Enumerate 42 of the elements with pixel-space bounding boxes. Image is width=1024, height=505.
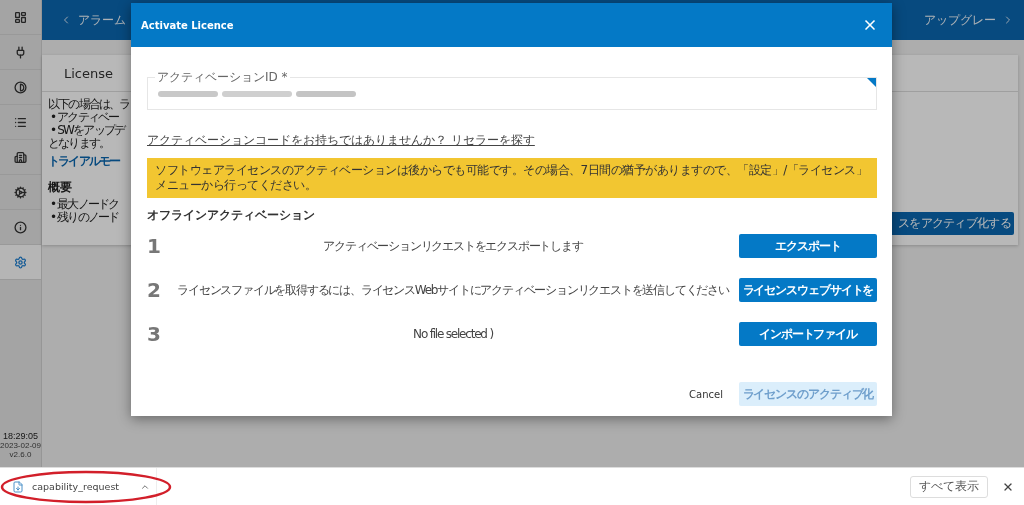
- bullet-text: • 残りのノード: [49, 211, 120, 224]
- plug-icon: [14, 45, 27, 59]
- section-heading: 概要: [48, 179, 73, 196]
- cancel-button[interactable]: Cancel: [689, 388, 723, 400]
- clock-time: 18:29:05: [2, 431, 38, 441]
- version-label: v2.6.0: [9, 450, 32, 459]
- bullet-text: • SWをアップデ: [49, 124, 126, 137]
- section-heading: オフラインアクティベーション: [147, 207, 315, 224]
- step-text: アクティベーションリクエストをエクスポートします: [322, 237, 584, 255]
- dashboard-icon: [14, 10, 27, 24]
- upgrade-label[interactable]: アップグレー: [924, 11, 996, 29]
- list-icon: [14, 115, 27, 129]
- card-title: License: [64, 65, 113, 81]
- step-number: 3: [147, 322, 162, 346]
- bullet-text: • 最大ノードク: [49, 198, 120, 211]
- clock-date: 2023-02-09: [0, 441, 41, 450]
- settings-icon: [14, 255, 27, 269]
- info-icon: [14, 220, 27, 234]
- intro-text: となります。: [48, 137, 111, 150]
- trial-link[interactable]: トライアルモー: [48, 153, 130, 170]
- step-button[interactable]: インポートファイル: [739, 322, 877, 346]
- dialog-title: Activate Licence: [141, 19, 234, 31]
- step-number: 1: [147, 234, 162, 258]
- download-name[interactable]: capability_request: [32, 481, 120, 492]
- contrast-icon: [14, 80, 27, 94]
- reseller-link[interactable]: アクティベーションコードをお持ちではありませんか？ リセラーを探す: [147, 132, 535, 149]
- step-text: ライセンスファイルを取得するには、ライセンスWebサイトにアクティベーションリクエストを送信してください: [176, 281, 731, 299]
- step-number: 2: [147, 278, 162, 302]
- step-button[interactable]: ライセンスウェブサイトを: [739, 278, 877, 302]
- show-all-button[interactable]: すべて表示: [910, 475, 988, 498]
- corner-icon: [867, 78, 876, 87]
- step-button[interactable]: エクスポート: [739, 234, 877, 258]
- building-icon: [14, 150, 27, 164]
- close-button[interactable]: [862, 17, 878, 33]
- bullet-text: • アクティベー: [49, 111, 120, 124]
- sidebar-item[interactable]: [0, 245, 41, 280]
- file-icon: [12, 480, 24, 493]
- step-text: No file selected ): [412, 327, 494, 341]
- intro-text: 以下の場合は、ラ: [48, 98, 130, 111]
- breadcrumb-label[interactable]: アラーム: [78, 11, 126, 29]
- notice-banner: ソフトウェアライセンスのアクティベーションは後からでも可能です。その場合、7日間の猶予がありますので、「設定」/「ライセンス」メニューから行ってください。: [147, 158, 877, 198]
- gear-icon: [14, 185, 27, 199]
